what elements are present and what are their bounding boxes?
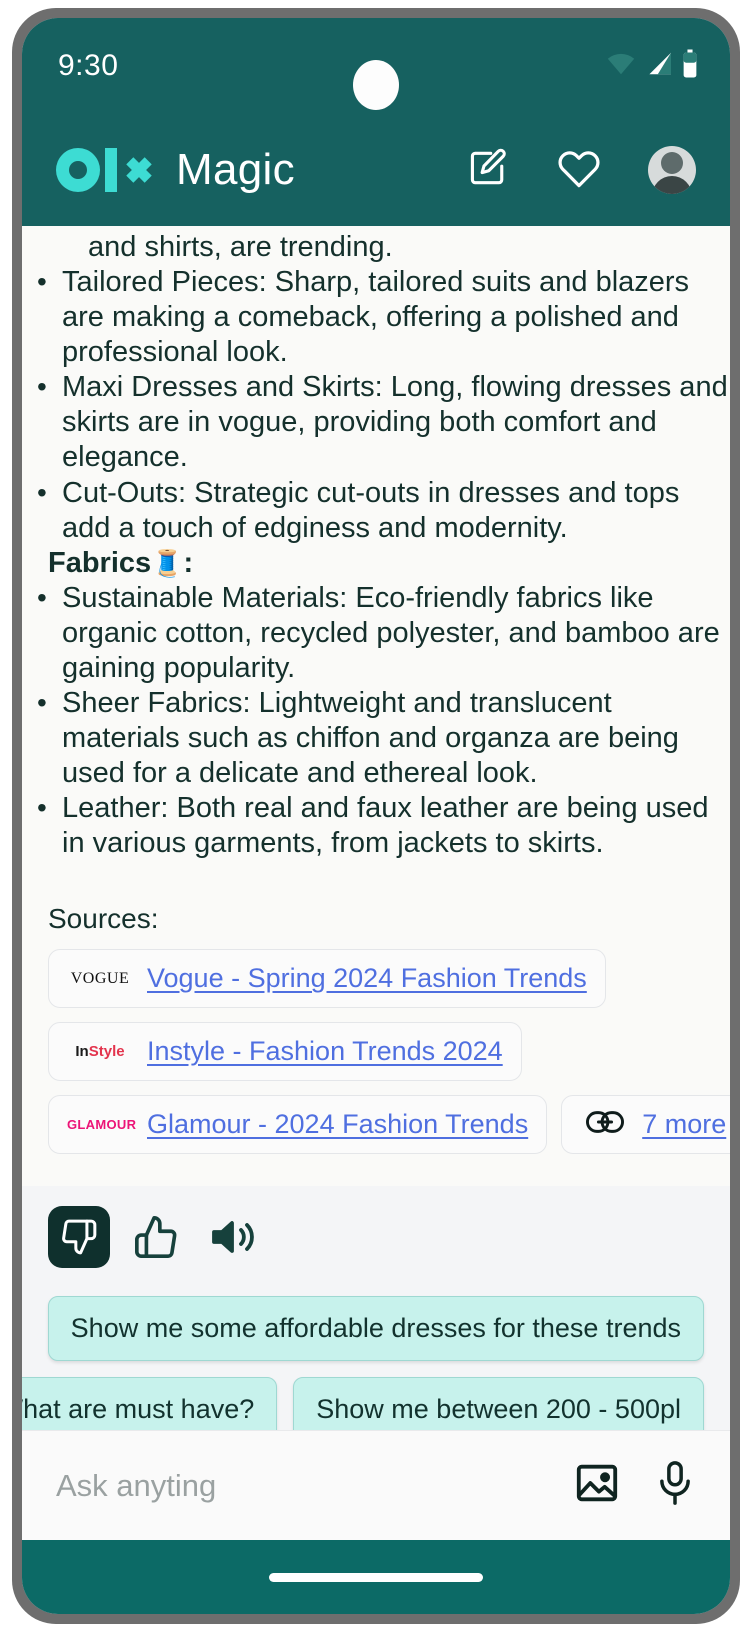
speaker-button[interactable]: [202, 1207, 262, 1267]
source-row: InStyle Instyle - Fashion Trends 2024: [48, 1022, 704, 1082]
more-sources-button[interactable]: 7 more: [561, 1095, 730, 1155]
app-header: Magic: [22, 114, 730, 226]
home-indicator[interactable]: [269, 1572, 483, 1582]
source-chip-vogue[interactable]: VOGUE Vogue - Spring 2024 Fashion Trends: [48, 949, 606, 1009]
fabrics-heading-colon: :: [183, 546, 194, 579]
source-row: GLAMOUR Glamour - 2024 Fashion Trends 7 …: [48, 1095, 730, 1155]
source-row: VOGUE Vogue - Spring 2024 Fashion Trends: [48, 949, 704, 1009]
suggestion-row: What are must have? Show me between 200 …: [22, 1377, 704, 1430]
thumbs-up-icon: [135, 1216, 177, 1259]
list-item: Tailored Pieces: Sharp, tailored suits a…: [22, 265, 730, 370]
thumbs-down-icon: [49, 1207, 109, 1267]
trend-bullet-list: Tailored Pieces: Sharp, tailored suits a…: [22, 265, 730, 546]
feedback-row: [22, 1186, 730, 1269]
answer-partial-line: and shirts, are trending.: [22, 230, 730, 265]
glamour-logo-icon: GLAMOUR: [67, 1117, 137, 1133]
suggestion-chip[interactable]: What are must have?: [22, 1377, 278, 1430]
ask-input[interactable]: [56, 1467, 550, 1504]
source-link-label: Instyle - Fashion Trends 2024: [147, 1036, 503, 1067]
suggestion-row: Show me some affordable dresses for thes…: [47, 1296, 704, 1362]
wifi-icon: [606, 52, 636, 81]
favorites-heart-icon[interactable]: [556, 145, 602, 196]
list-item: Cut-Outs: Strategic cut-outs in dresses …: [22, 476, 730, 546]
fabrics-heading-label: Fabrics: [48, 546, 152, 579]
source-chip-glamour[interactable]: GLAMOUR Glamour - 2024 Fashion Trends: [48, 1095, 548, 1155]
olx-logo-icon: [56, 148, 154, 192]
brand[interactable]: Magic: [56, 145, 295, 195]
assistant-answer-card: and shirts, are trending. Tailored Piece…: [22, 226, 730, 1187]
phone-screen: 9:30 Magic and shirts, are trending. • T…: [22, 18, 730, 1614]
status-icons: [606, 49, 698, 83]
speaker-volume-icon: [212, 1221, 254, 1254]
suggestion-chips: Show me some affordable dresses for thes…: [22, 1268, 730, 1430]
microphone-button[interactable]: [654, 1460, 696, 1511]
source-chip-instyle[interactable]: InStyle Instyle - Fashion Trends 2024: [48, 1022, 522, 1082]
chat-scroll-area[interactable]: and shirts, are trending. Tailored Piece…: [22, 226, 730, 1430]
list-item: Sustainable Materials: Eco-friendly fabr…: [22, 581, 730, 686]
sources-label: Sources:: [48, 903, 159, 935]
link-chain-icon: [586, 1109, 625, 1140]
page-title: Magic: [176, 145, 295, 194]
list-item: Leather: Both real and faux leather are …: [22, 791, 730, 861]
sources-block: Sources: VOGUE Vogue - Spring 2024 Fashi…: [22, 861, 730, 1155]
compose-icon[interactable]: [466, 146, 510, 195]
fabrics-section-heading: Fabrics🧵:: [22, 546, 730, 581]
source-link-label: Vogue - Spring 2024 Fashion Trends: [147, 963, 587, 994]
instyle-logo-icon: InStyle: [75, 1043, 125, 1061]
phone-frame: 9:30 Magic and shirts, are trending. • T…: [12, 8, 740, 1624]
cellular-signal-icon: [645, 52, 673, 81]
header-actions: [466, 145, 696, 196]
thread-spool-emoji-icon: 🧵: [151, 547, 184, 578]
image-attach-icon: [576, 1464, 618, 1502]
camera-punch-hole: [353, 60, 399, 110]
more-sources-label: 7 more: [642, 1109, 727, 1140]
avatar[interactable]: [648, 146, 696, 194]
suggestion-chip[interactable]: Show me some affordable dresses for thes…: [47, 1296, 704, 1362]
suggestion-chip[interactable]: Show me between 200 - 500pl: [293, 1377, 704, 1430]
thumbs-down-button[interactable]: [48, 1206, 110, 1269]
source-link-label: Glamour - 2024 Fashion Trends: [147, 1109, 529, 1140]
list-item: Sheer Fabrics: Lightweight and transluce…: [22, 686, 730, 791]
vogue-logo-icon: VOGUE: [70, 969, 130, 987]
status-time: 9:30: [58, 49, 119, 82]
microphone-icon: [660, 1461, 690, 1505]
composer-actions: [574, 1460, 696, 1511]
composer-bar: [22, 1430, 730, 1540]
list-item: Maxi Dresses and Skirts: Long, flowing d…: [22, 370, 730, 475]
image-attach-button[interactable]: [574, 1460, 620, 1511]
status-bar: 9:30: [22, 18, 730, 114]
battery-icon: [682, 49, 698, 83]
fabric-bullet-list: Sustainable Materials: Eco-friendly fabr…: [22, 581, 730, 862]
partial-first-line: and shirts, are trending.: [88, 231, 393, 263]
thumbs-up-button[interactable]: [126, 1207, 186, 1267]
system-nav-bar: [22, 1540, 730, 1614]
